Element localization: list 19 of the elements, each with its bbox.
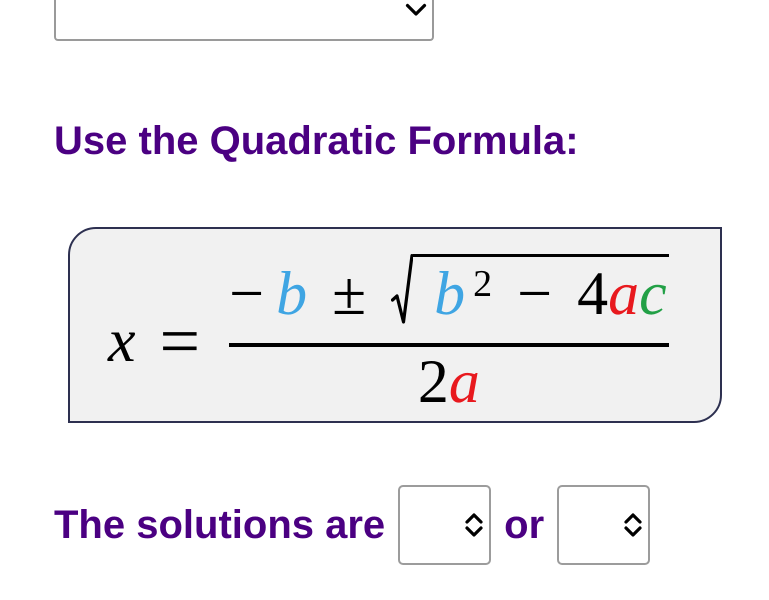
formula-variable: b [276,262,308,324]
formula-operator: = [160,305,200,377]
formula-variable: x [108,310,136,372]
formula-variable: c [639,262,667,324]
formula-number: 4 [577,262,608,324]
formula-variable: a [608,262,640,324]
formula-exponent: 2 [473,264,492,302]
answer-select[interactable] [398,485,492,565]
sentence-text: The solutions are [54,502,386,549]
sentence-text: or [504,502,544,549]
formula-number: 2 [418,350,449,412]
dropdown-select[interactable] [54,0,434,41]
formula-operator: − [517,262,552,324]
formula-variable: b [434,262,466,324]
heading: Use the Quadratic Formula: [54,118,579,165]
answer-select[interactable] [557,485,650,565]
formula-operator: − [229,262,264,324]
formula-operator: ± [332,262,366,324]
formula-variable: a [448,350,480,412]
